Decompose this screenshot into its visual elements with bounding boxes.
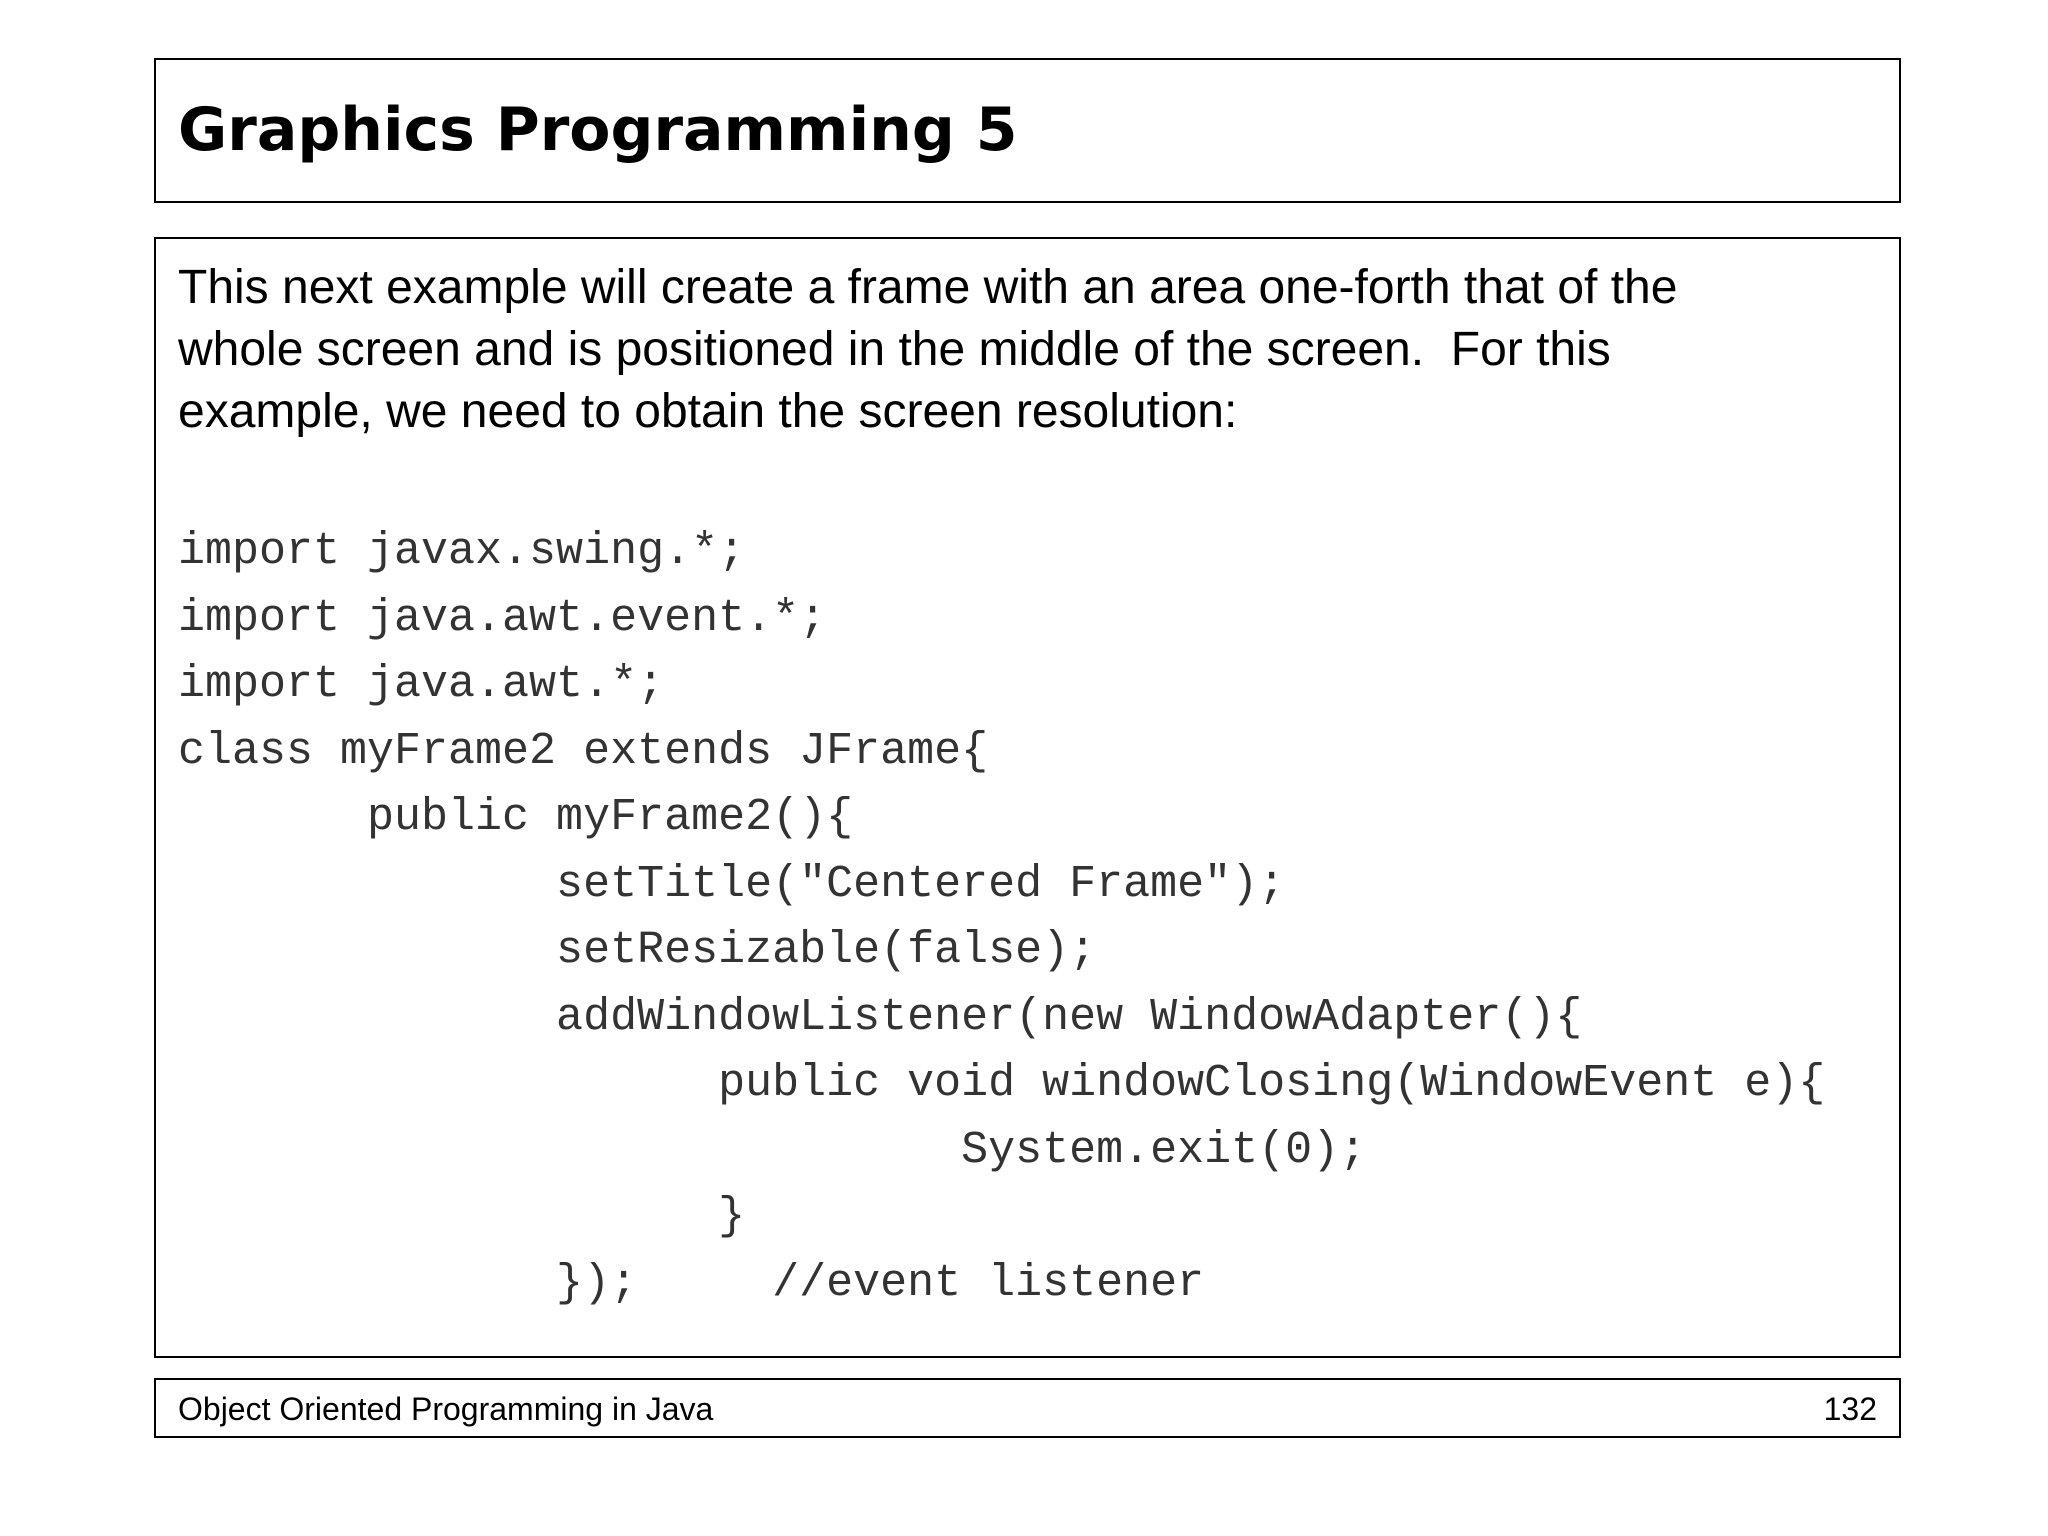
- code-line: setResizable(false);: [178, 925, 1097, 976]
- intro-paragraph: This next example will create a frame wi…: [178, 257, 1878, 443]
- title-box: Graphics Programming 5: [154, 58, 1901, 203]
- code-line: class myFrame2 extends JFrame{: [178, 725, 989, 777]
- code-line: import java.awt.event.*;: [178, 592, 827, 644]
- intro-line: This next example will create a frame wi…: [178, 261, 1678, 314]
- slide-title: Graphics Programming 5: [178, 95, 1018, 165]
- code-line: addWindowListener(new WindowAdapter(){: [178, 991, 1583, 1043]
- code-line: public void windowClosing(WindowEvent e)…: [178, 1058, 1826, 1109]
- code-line: }); //event listener: [178, 1257, 1205, 1309]
- footer-separator: [154, 1356, 1901, 1358]
- intro-line: example, we need to obtain the screen re…: [178, 385, 1238, 438]
- page-number: 132: [1823, 1391, 1877, 1427]
- code-line: }: [178, 1191, 746, 1242]
- code-line: import java.awt.*;: [178, 659, 665, 710]
- code-line: import javax.swing.*;: [178, 526, 746, 577]
- code-line: setTitle("Centered Frame");: [178, 858, 1286, 910]
- content-box: This next example will create a frame wi…: [154, 237, 1901, 1358]
- footer: Object Oriented Programming in Java 132: [154, 1378, 1901, 1438]
- intro-line: whole screen and is positioned in the mi…: [178, 323, 1611, 376]
- code-block: import javax.swing.*; import java.awt.ev…: [178, 519, 1825, 1317]
- code-line: System.exit(0);: [178, 1124, 1367, 1176]
- footer-course-title: Object Oriented Programming in Java: [178, 1391, 714, 1427]
- code-line: public myFrame2(){: [178, 792, 854, 843]
